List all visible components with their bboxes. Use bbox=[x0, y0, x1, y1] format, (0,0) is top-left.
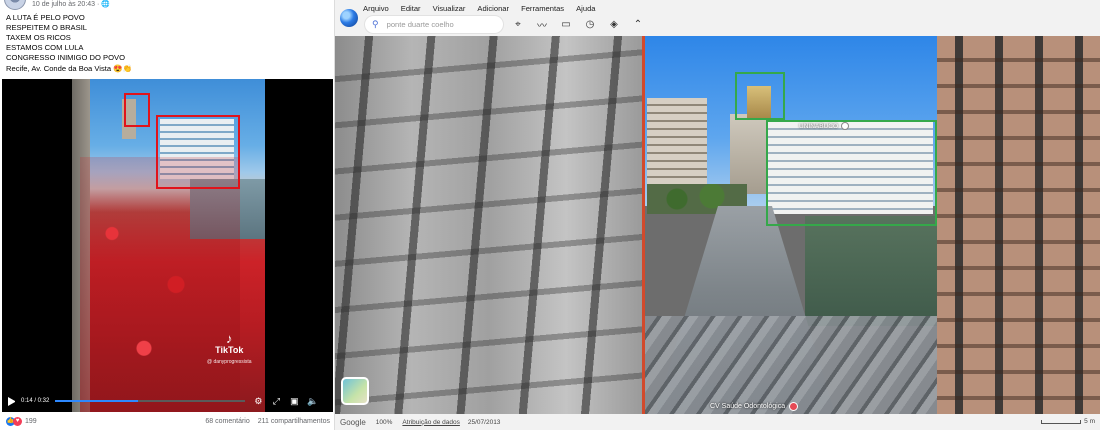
toolbar: ⚲ ⌖ 〰 ▭ ◷ ◈ ⌃ bbox=[335, 14, 1100, 36]
placemark-icon[interactable]: ⌖ bbox=[511, 17, 525, 31]
center-building bbox=[730, 114, 770, 194]
post-location: Recife, Av. Conde da Boa Vista 😍👏 bbox=[6, 64, 132, 73]
menu-file[interactable]: Arquivo bbox=[363, 4, 389, 13]
place-label-cv-saude[interactable]: CV Saúde Odontológica bbox=[710, 402, 799, 411]
fullscreen-icon[interactable]: ⤢ bbox=[271, 396, 281, 406]
collapse-icon[interactable]: ⌃ bbox=[631, 17, 645, 31]
heart-icon[interactable]: ♥ bbox=[13, 416, 22, 426]
status-bar: Google 100% Atribuição de dados 25/07/20… bbox=[335, 414, 1100, 430]
zoom-level: 100% bbox=[375, 418, 393, 426]
scale-bar-line bbox=[1041, 419, 1082, 424]
annotation-box-building bbox=[156, 115, 240, 189]
reaction-count[interactable]: 199 bbox=[25, 418, 37, 425]
volume-icon[interactable]: 🔈 bbox=[307, 396, 318, 406]
video-progress bbox=[55, 400, 139, 402]
post-line: RESPEITEM O BRASIL bbox=[6, 23, 88, 32]
place-name: CV Saúde Odontológica bbox=[710, 403, 786, 410]
river bbox=[805, 216, 937, 326]
globe-icon: 🌐 bbox=[101, 1, 110, 8]
gear-icon[interactable]: ⚙ bbox=[253, 396, 263, 406]
annotation-box-building bbox=[766, 120, 937, 226]
tiktok-watermark: ♪ TikTok @ danyprogressista bbox=[207, 332, 252, 365]
share-count[interactable]: 211 compartilhamentos bbox=[258, 418, 330, 425]
menu-bar: Arquivo Editar Visualizar Adicionar Ferr… bbox=[335, 0, 1100, 14]
google-earth-window: Arquivo Editar Visualizar Adicionar Ferr… bbox=[334, 0, 1100, 430]
picture-in-picture-icon[interactable]: ▣ bbox=[289, 396, 299, 406]
imagery-date: 25/07/2013 bbox=[467, 418, 501, 426]
layers-icon[interactable]: ◈ bbox=[607, 17, 621, 31]
brick-building bbox=[937, 36, 1100, 414]
menu-edit[interactable]: Editar bbox=[401, 4, 421, 13]
post-line: A LUTA É PELO POVO bbox=[6, 13, 85, 22]
tiktok-label: TikTok bbox=[215, 345, 244, 355]
menu-view[interactable]: Visualizar bbox=[433, 4, 466, 13]
annotation-box-tower bbox=[735, 72, 785, 120]
menu-tools[interactable]: Ferramentas bbox=[521, 4, 564, 13]
menu-add[interactable]: Adicionar bbox=[477, 4, 509, 13]
post-line: TAXEM OS RICOS bbox=[6, 33, 71, 42]
history-icon[interactable]: ◷ bbox=[583, 17, 597, 31]
place-label-uninabuco[interactable]: UNINABUCO bbox=[799, 122, 850, 130]
video-player[interactable]: ♪ TikTok @ danyprogressista 0:14 / 0:32 … bbox=[2, 79, 333, 412]
annotation-box-tower bbox=[124, 93, 150, 127]
avatar[interactable] bbox=[4, 0, 26, 10]
data-attribution-link[interactable]: Atribuição de dados bbox=[402, 419, 459, 426]
tiktok-handle: @ danyprogressista bbox=[207, 359, 252, 365]
menu-help[interactable]: Ajuda bbox=[576, 4, 595, 13]
place-pin-icon[interactable] bbox=[841, 122, 850, 130]
place-name: UNINABUCO bbox=[799, 122, 839, 130]
search-icon[interactable]: ⚲ bbox=[372, 19, 379, 30]
location-text: Recife, Av. Conde da Boa Vista bbox=[6, 64, 112, 73]
3d-street-view[interactable]: UNINABUCO CV Saúde Odontológica bbox=[335, 36, 1100, 414]
scale-bar: 5 m bbox=[1041, 418, 1095, 425]
google-logo: Google bbox=[340, 417, 366, 427]
post-footer: 👍 ♥ 199 68 comentário 211 compartilhamen… bbox=[6, 414, 330, 428]
video-scrubber[interactable] bbox=[55, 400, 246, 402]
ruler-icon[interactable]: ▭ bbox=[559, 17, 573, 31]
search-box[interactable]: ⚲ bbox=[365, 16, 503, 33]
post-timestamp[interactable]: 10 de julho às 20:43 · 🌐 bbox=[32, 0, 110, 8]
post-line: ESTAMOS COM LULA bbox=[6, 43, 84, 52]
tiktok-icon: ♪ bbox=[226, 331, 233, 346]
scale-label: 5 m bbox=[1084, 418, 1095, 425]
map-view-toggle[interactable] bbox=[341, 377, 369, 405]
post-text: A LUTA É PELO POVO RESPEITEM O BRASIL TA… bbox=[6, 13, 125, 63]
play-icon[interactable] bbox=[8, 396, 16, 406]
post-header: 10 de julho às 20:43 · 🌐 bbox=[4, 0, 110, 10]
emoji: 😍👏 bbox=[113, 64, 133, 73]
blurred-wall bbox=[335, 36, 643, 414]
crowd bbox=[80, 157, 240, 412]
tool-icons: ⌖ 〰 ▭ ◷ ◈ ⌃ bbox=[511, 17, 645, 32]
search-input[interactable] bbox=[386, 20, 487, 29]
post-line: CONGRESSO INIMIGO DO POVO bbox=[6, 53, 125, 62]
foreground-rooftop bbox=[645, 316, 937, 414]
video-controls: 0:14 / 0:32 ⚙ ⤢ ▣ 🔈 bbox=[2, 390, 333, 412]
place-pin-icon[interactable] bbox=[789, 402, 799, 411]
social-post: 10 de julho às 20:43 · 🌐 A LUTA É PELO P… bbox=[0, 0, 334, 430]
path-icon[interactable]: 〰 bbox=[535, 17, 549, 32]
comment-count[interactable]: 68 comentário bbox=[205, 418, 249, 425]
screenshot-root: 10 de julho às 20:43 · 🌐 A LUTA É PELO P… bbox=[0, 0, 1100, 430]
video-time: 0:14 / 0:32 bbox=[21, 398, 50, 404]
